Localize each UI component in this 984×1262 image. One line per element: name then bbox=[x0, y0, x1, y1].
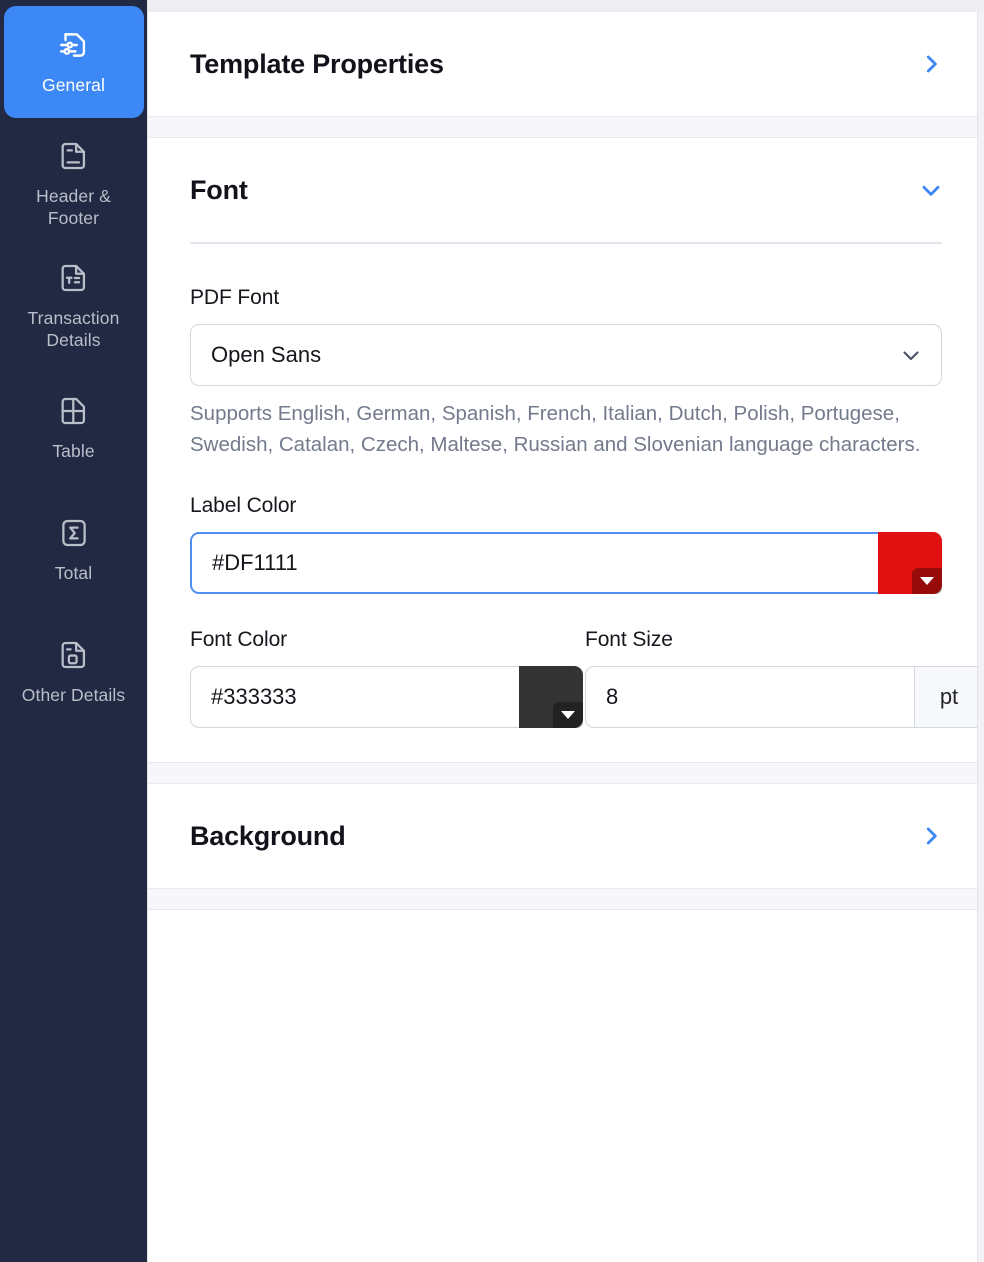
sidebar-item-header-footer[interactable]: Header & Footer bbox=[4, 128, 144, 240]
section-divider bbox=[148, 116, 984, 138]
label-color-label: Label Color bbox=[190, 494, 942, 518]
sidebar-item-table[interactable]: Table bbox=[4, 372, 144, 484]
chevron-right-icon[interactable] bbox=[918, 823, 944, 849]
font-size-input[interactable] bbox=[585, 666, 914, 728]
font-color-label: Font Color bbox=[190, 628, 547, 652]
sidebar-item-transaction-details[interactable]: Transaction Details bbox=[4, 250, 144, 362]
pdf-font-help-text: Supports English, German, Spanish, Frenc… bbox=[190, 398, 942, 460]
font-size-unit: pt bbox=[914, 666, 984, 728]
section-background[interactable]: Background bbox=[148, 784, 984, 888]
document-table-icon bbox=[57, 261, 91, 295]
sidebar-item-label: Transaction Details bbox=[28, 307, 120, 352]
sidebar: General Header & Footer T bbox=[0, 0, 148, 1262]
section-title: Background bbox=[190, 821, 346, 852]
section-font[interactable]: Font bbox=[148, 138, 984, 242]
sigma-document-icon bbox=[57, 516, 91, 550]
sliders-document-icon bbox=[57, 28, 91, 62]
sidebar-item-general[interactable]: General bbox=[4, 6, 144, 118]
section-title: Template Properties bbox=[190, 49, 444, 80]
sidebar-item-total[interactable]: Total bbox=[4, 494, 144, 606]
section-divider bbox=[148, 888, 984, 910]
chevron-down-icon[interactable] bbox=[899, 343, 923, 367]
label-color-row bbox=[190, 532, 942, 594]
document-square-icon bbox=[57, 638, 91, 672]
top-strip bbox=[148, 0, 984, 12]
label-color-field: Label Color bbox=[190, 494, 942, 594]
font-color-size-row: Font Color Font Size pt bbox=[190, 628, 942, 728]
sidebar-item-label: Header & Footer bbox=[36, 185, 111, 230]
panel-scroll-area[interactable]: Template Properties Font bbox=[148, 12, 984, 1262]
font-color-field: Font Color bbox=[190, 628, 547, 728]
chevron-right-icon[interactable] bbox=[918, 51, 944, 77]
font-size-row: pt bbox=[585, 666, 942, 728]
panel-scrollbar-rail[interactable] bbox=[977, 12, 984, 1262]
settings-panel: Template Properties Font bbox=[148, 0, 984, 1262]
font-section-body: PDF Font Open Sans Supports English, Ger… bbox=[148, 242, 984, 762]
sidebar-item-label: Other Details bbox=[22, 684, 125, 706]
font-color-row bbox=[190, 666, 547, 728]
color-picker-dropdown-icon[interactable] bbox=[553, 702, 583, 728]
pdf-font-value: Open Sans bbox=[211, 342, 321, 368]
sidebar-item-label: Table bbox=[52, 440, 94, 462]
font-size-field: Font Size pt bbox=[585, 628, 942, 728]
table-grid-icon bbox=[57, 394, 91, 428]
sidebar-item-other-details[interactable]: Other Details bbox=[4, 616, 144, 728]
document-lines-icon bbox=[57, 139, 91, 173]
font-color-swatch[interactable] bbox=[519, 666, 583, 728]
label-color-swatch[interactable] bbox=[878, 532, 942, 594]
sidebar-item-label: Total bbox=[55, 562, 92, 584]
pdf-font-field: PDF Font Open Sans Supports English, Ger… bbox=[190, 286, 942, 460]
label-color-input[interactable] bbox=[190, 532, 878, 594]
section-rule bbox=[190, 242, 942, 244]
section-title: Font bbox=[190, 175, 248, 206]
section-divider bbox=[148, 762, 984, 784]
pdf-font-label: PDF Font bbox=[190, 286, 942, 310]
pdf-font-select[interactable]: Open Sans bbox=[190, 324, 942, 386]
font-color-input[interactable] bbox=[190, 666, 519, 728]
sidebar-item-label: General bbox=[42, 74, 105, 96]
font-size-label: Font Size bbox=[585, 628, 942, 652]
chevron-down-icon[interactable] bbox=[918, 177, 944, 203]
settings-screen: General Header & Footer T bbox=[0, 0, 984, 1262]
color-picker-dropdown-icon[interactable] bbox=[912, 568, 942, 594]
section-template-properties[interactable]: Template Properties bbox=[148, 12, 984, 116]
